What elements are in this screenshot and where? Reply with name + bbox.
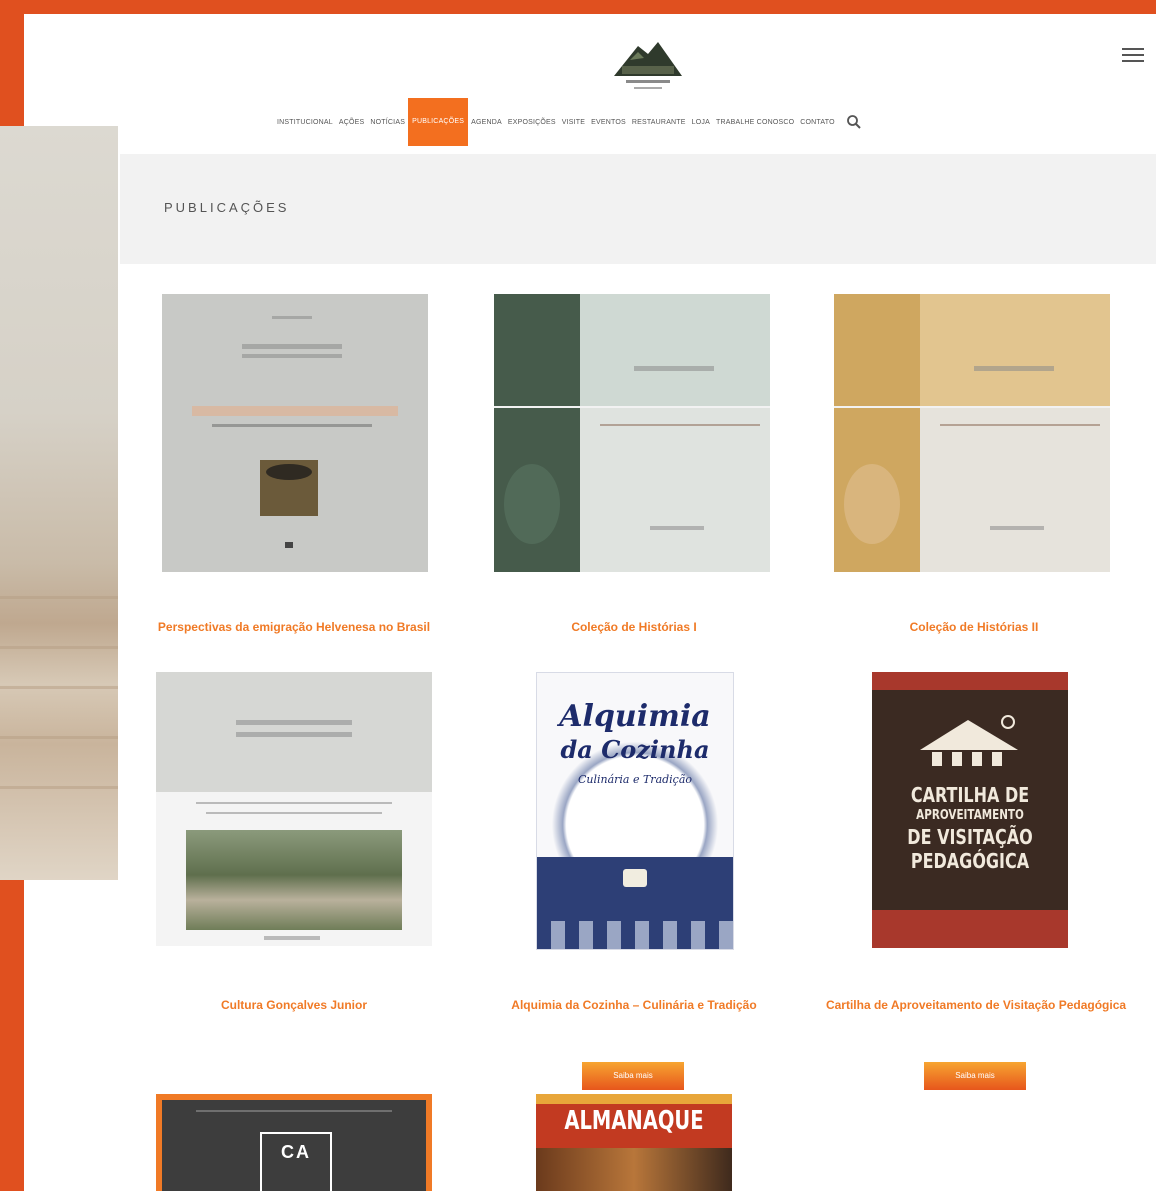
cover-title-line-2: APROVEITAMENTO: [916, 808, 1024, 823]
publication-card: CARTILHA DE APROVEITAMENTO DE VISITAÇÃO …: [820, 664, 1132, 1104]
publication-card: ALMANAQUE: [484, 1088, 784, 1191]
page-title-band: PUBLICAÇÕES: [120, 154, 1156, 264]
publication-cover[interactable]: CA: [156, 1094, 432, 1191]
publication-cover[interactable]: [156, 672, 432, 946]
publication-title[interactable]: Cartilha de Aproveitamento de Visitação …: [820, 994, 1132, 1016]
cover-title-line-2: da Cozinha: [560, 735, 710, 764]
cover-title-line-1: Alquimia: [559, 699, 711, 734]
nav-item-publicacoes[interactable]: Publicações: [408, 98, 469, 146]
publication-cover[interactable]: Alquimia da Cozinha Culinária e Tradição: [536, 672, 734, 950]
cover-title-line-1: CARTILHA DE: [910, 783, 1030, 807]
publication-card: Alquimia da Cozinha Culinária e Tradição…: [484, 664, 784, 1104]
hamburger-menu-icon[interactable]: [1122, 44, 1144, 66]
cover-title-line-4: PEDAGÓGICA: [910, 849, 1030, 873]
search-icon[interactable]: [846, 114, 862, 130]
publication-title[interactable]: Alquimia da Cozinha – Culinária e Tradiç…: [484, 994, 784, 1016]
nav-item-visite[interactable]: Visite: [559, 119, 588, 126]
nav-item-loja[interactable]: Loja: [689, 119, 713, 126]
publication-title[interactable]: Perspectivas da emigração Helvenesa no B…: [144, 616, 444, 638]
nav-item-restaurante[interactable]: Restaurante: [629, 119, 689, 126]
nav-item-exposicoes[interactable]: Exposições: [505, 119, 559, 126]
cover-monogram: CA: [281, 1142, 311, 1162]
background-photo: [0, 126, 118, 880]
publication-card: Perspectivas da emigração Helvenesa no B…: [144, 284, 444, 664]
publication-cover[interactable]: [162, 294, 428, 572]
nav-item-trabalhe-conosco[interactable]: Trabalhe Conosco: [713, 119, 797, 126]
publication-cover[interactable]: ALMANAQUE: [536, 1094, 732, 1191]
publication-cover[interactable]: [834, 294, 1110, 572]
site-logo[interactable]: [608, 32, 688, 98]
nav-item-agenda[interactable]: Agenda: [468, 119, 505, 126]
nav-item-institucional[interactable]: Institucional: [274, 119, 336, 126]
publication-title[interactable]: Cultura Gonçalves Junior: [144, 994, 444, 1016]
publication-card: Coleção de Histórias II: [824, 284, 1124, 664]
nav-item-contato[interactable]: Contato: [797, 119, 837, 126]
nav-item-noticias[interactable]: Notícias: [367, 119, 408, 126]
nav-item-acoes[interactable]: Ações: [336, 119, 368, 126]
nav-item-eventos[interactable]: Eventos: [588, 119, 629, 126]
publication-title[interactable]: Coleção de Histórias II: [824, 616, 1124, 638]
publication-card: Coleção de Histórias I: [484, 284, 784, 664]
publication-card: Cultura Gonçalves Junior: [144, 664, 444, 1044]
publication-card: CA: [144, 1088, 444, 1191]
page-frame: Institucional Ações Notícias Publicações…: [24, 14, 1156, 1191]
publication-title[interactable]: Coleção de Histórias I: [484, 616, 784, 638]
publication-cover[interactable]: [494, 294, 770, 572]
site-header: Institucional Ações Notícias Publicações…: [24, 14, 1156, 154]
publication-cover[interactable]: CARTILHA DE APROVEITAMENTO DE VISITAÇÃO …: [872, 672, 1068, 948]
cover-subtitle: Culinária e Tradição: [577, 773, 693, 786]
saiba-mais-button[interactable]: Saiba mais: [924, 1062, 1026, 1090]
page-title: PUBLICAÇÕES: [164, 200, 290, 215]
cover-title-line-3: DE VISITAÇÃO: [907, 825, 1033, 849]
house-icon: [920, 715, 1018, 766]
saiba-mais-button[interactable]: Saiba mais: [582, 1062, 684, 1090]
main-nav: Institucional Ações Notícias Publicações…: [274, 98, 862, 146]
cover-title-line-1: ALMANAQUE: [564, 1106, 704, 1136]
